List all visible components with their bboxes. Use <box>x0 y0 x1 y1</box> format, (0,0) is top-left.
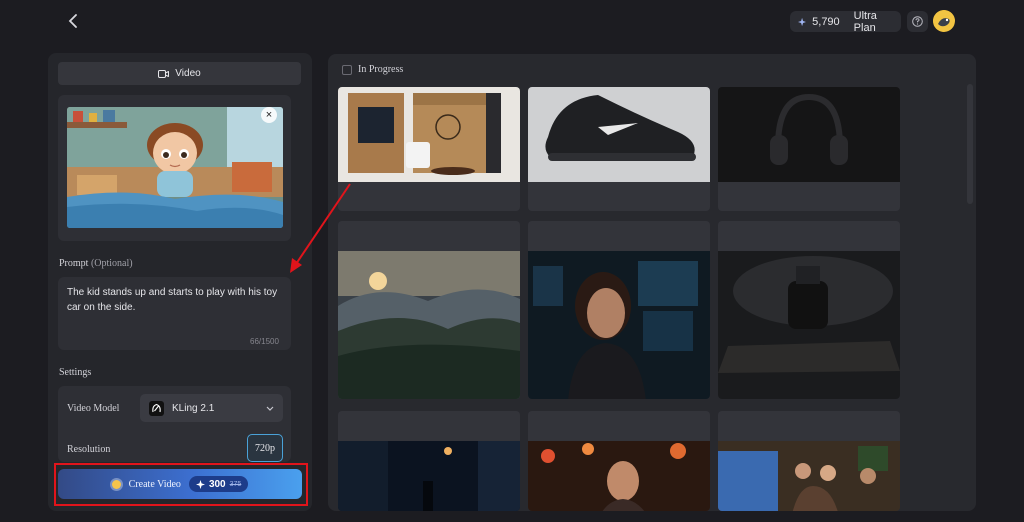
gallery-item-woman-screens[interactable] <box>528 221 710 399</box>
close-icon: × <box>265 108 273 121</box>
prompt-label-text: Prompt <box>59 258 89 269</box>
credits-count: 5,790 <box>812 15 840 28</box>
gallery-item-sneaker[interactable] <box>528 87 710 211</box>
misty-mountains-thumbnail <box>338 251 520 399</box>
gallery-item-mountains[interactable] <box>338 221 520 399</box>
gallery-scrollbar[interactable] <box>967 84 973 204</box>
cost-pill: 300 375 <box>188 476 249 492</box>
headphones-thumbnail <box>718 87 900 182</box>
prompt-optional-text: (Optional) <box>90 258 133 269</box>
cartoon-kid-illustration <box>67 107 283 228</box>
night-market-thumbnail <box>528 441 710 511</box>
bird-avatar-icon <box>933 10 955 32</box>
sports-fans-thumbnail <box>718 441 900 511</box>
gallery-item-alley[interactable] <box>338 411 520 511</box>
help-button[interactable] <box>907 11 928 32</box>
tab-video-label: Video <box>175 68 201 79</box>
avatar[interactable] <box>933 10 955 32</box>
remove-image-button[interactable]: × <box>261 107 277 123</box>
resolution-option-720p[interactable]: 720p <box>247 434 283 462</box>
kling-logo-icon <box>149 400 164 416</box>
video-model-value: KLing 2.1 <box>172 402 215 414</box>
annotation-arrow <box>290 183 351 273</box>
create-video-label: Create Video <box>128 478 181 490</box>
video-model-label: Video Model <box>67 403 120 414</box>
gallery-item-coffee[interactable] <box>338 87 520 211</box>
prompt-label: Prompt (Optional) <box>59 258 133 269</box>
video-model-select[interactable]: KLing 2.1 <box>140 394 283 422</box>
smartwatch-thumbnail <box>718 251 900 399</box>
question-icon <box>912 16 923 27</box>
video-camera-icon <box>158 69 170 78</box>
in-progress-label: In Progress <box>358 64 404 75</box>
gallery-item-market[interactable] <box>528 411 710 511</box>
plan-name: Ultra Plan <box>853 9 877 34</box>
coin-icon <box>111 479 121 489</box>
cost-value: 300 <box>208 478 226 490</box>
gallery-item-smartwatch[interactable] <box>718 221 900 399</box>
chevron-down-icon <box>266 406 274 411</box>
tab-video[interactable]: Video <box>58 62 301 85</box>
prompt-input-value[interactable]: The kid stands up and starts to play wit… <box>67 285 282 315</box>
sparkle-icon <box>195 479 205 489</box>
source-image-preview[interactable] <box>67 107 283 228</box>
gallery-item-sports-fans[interactable] <box>718 411 900 511</box>
woman-monitors-thumbnail <box>528 251 710 399</box>
night-alley-thumbnail <box>338 441 520 511</box>
sneaker-thumbnail <box>528 87 710 182</box>
char-count: 66/1500 <box>250 337 279 346</box>
create-video-button[interactable]: Create Video 300 375 <box>58 469 302 499</box>
sparkle-icon <box>798 17 807 26</box>
resolution-label: Resolution <box>67 444 111 455</box>
cost-old-value: 375 <box>229 480 242 488</box>
credits-pill[interactable]: 5,790 Ultra Plan <box>790 9 901 34</box>
gallery-item-headphones[interactable] <box>718 87 900 211</box>
chevron-left-icon <box>68 14 77 28</box>
coffee-packaging-thumbnail <box>338 87 520 182</box>
back-button[interactable] <box>62 10 84 32</box>
in-progress-checkbox[interactable] <box>342 64 352 75</box>
in-progress-filter[interactable]: In Progress <box>342 64 403 75</box>
settings-label: Settings <box>59 367 92 378</box>
